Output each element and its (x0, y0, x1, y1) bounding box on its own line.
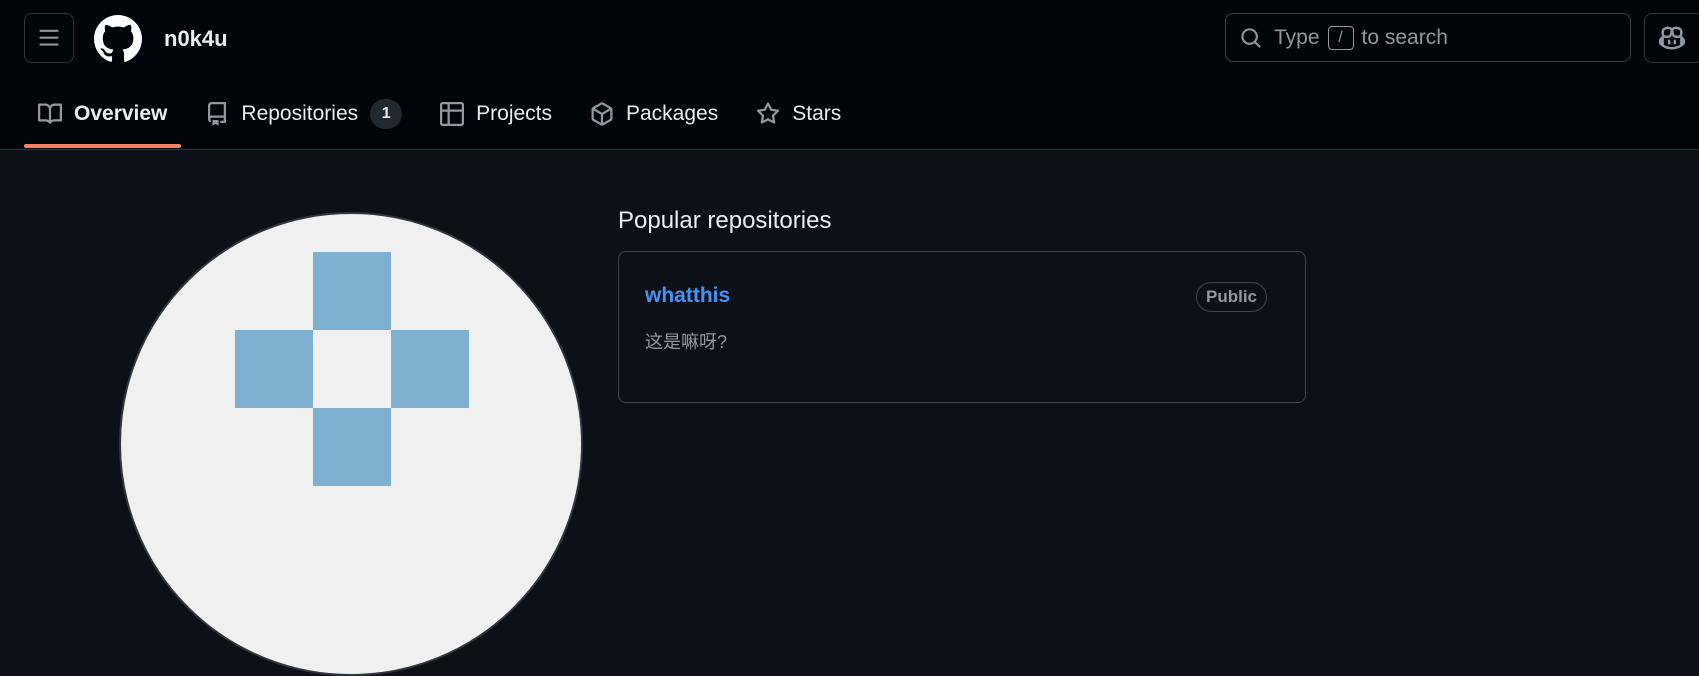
app-header: n0k4u Type / to search Overview Reposito… (0, 0, 1699, 150)
search-input[interactable]: Type / to search (1225, 13, 1631, 62)
popular-repositories-heading: Popular repositories (618, 207, 832, 234)
search-placeholder-prefix: Type (1274, 25, 1320, 49)
repo-card: whatthis Public 这是嘛呀? (618, 251, 1306, 403)
package-icon (591, 102, 613, 126)
menu-button[interactable] (24, 13, 74, 63)
tab-projects[interactable]: Projects (426, 88, 566, 140)
table-icon (440, 102, 465, 126)
copilot-icon (1659, 26, 1685, 50)
book-icon (38, 103, 62, 124)
search-shortcut-key: / (1327, 25, 1354, 50)
avatar[interactable] (119, 212, 583, 676)
tab-packages[interactable]: Packages (576, 88, 732, 140)
tab-packages-label: Packages (626, 102, 719, 125)
identicon-image (235, 252, 469, 486)
tab-stars[interactable]: Stars (742, 88, 855, 140)
profile-tab-nav: Overview Repositories 1 Projects Package… (24, 88, 865, 150)
tab-overview[interactable]: Overview (24, 88, 182, 148)
tab-stars-label: Stars (792, 102, 842, 125)
copilot-button[interactable] (1644, 13, 1699, 63)
visibility-badge: Public (1195, 282, 1267, 312)
repo-name-link[interactable]: whatthis (645, 284, 730, 308)
star-icon (757, 102, 780, 124)
tab-overview-label: Overview (74, 102, 168, 125)
search-icon (1241, 27, 1261, 48)
github-logo-icon[interactable] (94, 15, 142, 63)
tab-repositories[interactable]: Repositories 1 (191, 88, 416, 140)
tab-projects-label: Projects (476, 102, 552, 125)
profile-username[interactable]: n0k4u (164, 26, 228, 52)
hamburger-icon (39, 29, 59, 46)
tab-repositories-label: Repositories (241, 102, 359, 125)
repositories-count-badge: 1 (370, 99, 403, 129)
repo-description: 这是嘛呀? (645, 332, 728, 352)
search-placeholder-suffix: to search (1361, 25, 1448, 49)
repo-icon (208, 102, 227, 126)
